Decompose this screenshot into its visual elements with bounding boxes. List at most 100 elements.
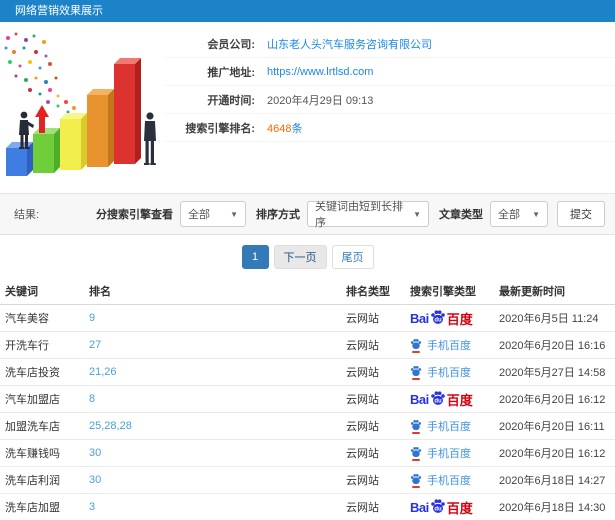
- rank-type-cell: 云网站: [346, 394, 379, 406]
- page-title: 网络营销效果展示: [15, 5, 103, 17]
- mobile-baidu-text: 手机百度: [427, 367, 471, 379]
- updated-cell: 2020年6月20日 16:16: [499, 340, 606, 352]
- mobile-baidu-underline: [412, 485, 420, 488]
- member-company-label: 会员公司:: [207, 38, 255, 51]
- keyword-cell: 洗车店投资: [5, 367, 60, 379]
- open-time-label: 开通时间:: [207, 94, 255, 107]
- table-row: 汽车美容 9 云网站 Bai du 百度 2020年6月5日 11:24: [0, 305, 615, 332]
- baidu-paw-icon: du: [430, 390, 446, 409]
- member-company-link[interactable]: 山东老人头汽车服务咨询有限公司: [267, 36, 432, 52]
- mobile-baidu-paw-icon: [410, 338, 422, 353]
- page-header: 网络营销效果展示: [0, 0, 615, 22]
- confetti-dots: [4, 32, 80, 118]
- keyword-cell: 洗车店加盟: [5, 502, 60, 514]
- bar-red: [114, 58, 141, 164]
- updated-cell: 2020年6月18日 14:30: [499, 502, 606, 514]
- rank-cell[interactable]: 21,26: [89, 366, 346, 378]
- baidu-logo: Bai du 百度: [410, 390, 473, 409]
- table-row: 洗车店投资 21,26 云网站 手机百度 2020年5月27日 14:58: [0, 359, 615, 386]
- svg-text:du: du: [434, 398, 442, 404]
- promo-url-row: 推广地址: https://www.lrtlsd.com: [165, 58, 615, 86]
- mobile-baidu-underline: [412, 458, 420, 461]
- article-type-label: 文章类型: [439, 209, 483, 221]
- filter-bar: 结果: 分搜索引擎查看 全部 ▼ 排序方式 关键词由短到长排序 ▼ 文章类型 全…: [0, 193, 615, 235]
- table-header-row: 关键词 排名 排名类型 搜索引擎类型 最新更新时间: [0, 278, 615, 305]
- open-time-row: 开通时间: 2020年4月29日 09:13: [165, 86, 615, 114]
- rank-cell[interactable]: 3: [89, 501, 346, 513]
- engine-cell: Bai du 百度: [410, 498, 499, 517]
- baidu-latin-text: Bai: [410, 310, 429, 326]
- engine-cell: 手机百度: [410, 337, 499, 353]
- next-page-button[interactable]: 下一页: [273, 244, 327, 269]
- baidu-cn-text: 百度: [446, 311, 473, 327]
- updated-cell: 2020年6月18日 14:27: [499, 475, 606, 487]
- keyword-cell: 加盟洗车店: [5, 421, 60, 433]
- col-rank-type: 排名类型: [346, 286, 390, 298]
- mobile-baidu-text: 手机百度: [427, 448, 471, 460]
- mobile-baidu-logo: 手机百度: [410, 337, 471, 353]
- promo-url-link[interactable]: https://www.lrtlsd.com: [267, 66, 373, 78]
- mobile-baidu-text: 手机百度: [427, 421, 471, 433]
- bar-green: [33, 128, 60, 173]
- member-company-row: 会员公司: 山东老人头汽车服务咨询有限公司: [165, 30, 615, 58]
- last-page-button[interactable]: 尾页: [331, 244, 374, 269]
- engine-cell: 手机百度: [410, 445, 499, 461]
- sort-filter-label: 排序方式: [256, 209, 300, 221]
- chevron-down-icon: ▼: [230, 209, 238, 219]
- results-table: 关键词 排名 排名类型 搜索引擎类型 最新更新时间 汽车美容 9 云网站 Bai du 百…: [0, 278, 615, 520]
- rank-type-cell: 云网站: [346, 313, 379, 325]
- engine-cell: 手机百度: [410, 472, 499, 488]
- page-1-button[interactable]: 1: [241, 244, 269, 269]
- baidu-logo: Bai du 百度: [410, 309, 473, 328]
- rank-cell[interactable]: 30: [89, 474, 346, 486]
- engine-cell: 手机百度: [410, 418, 499, 434]
- updated-cell: 2020年6月5日 11:24: [499, 313, 599, 325]
- rank-cell[interactable]: 9: [89, 312, 346, 324]
- mobile-baidu-logo: 手机百度: [410, 445, 471, 461]
- table-row: 加盟洗车店 25,28,28 云网站 手机百度 2020年6月20日 16:11: [0, 413, 615, 440]
- engine-filter-select[interactable]: 全部 ▼: [180, 201, 246, 227]
- keyword-cell: 洗车赚钱吗: [5, 448, 60, 460]
- engine-rank-label: 搜索引擎排名:: [185, 122, 255, 135]
- rank-type-cell: 云网站: [346, 448, 379, 460]
- col-rank: 排名: [89, 286, 111, 298]
- baidu-logo: Bai du 百度: [410, 498, 473, 517]
- company-info-section: 会员公司: 山东老人头汽车服务咨询有限公司 推广地址: https://www.…: [0, 22, 615, 193]
- updated-cell: 2020年6月20日 16:11: [499, 421, 605, 433]
- rank-cell[interactable]: 30: [89, 447, 346, 459]
- rank-type-cell: 云网站: [346, 340, 379, 352]
- mobile-baidu-underline: [412, 377, 420, 380]
- table-row: 开洗车行 27 云网站 手机百度 2020年6月20日 16:16: [0, 332, 615, 359]
- rank-cell[interactable]: 8: [89, 393, 346, 405]
- chevron-down-icon: ▼: [532, 209, 540, 219]
- rank-cell[interactable]: 27: [89, 339, 346, 351]
- promo-url-label: 推广地址:: [207, 66, 255, 79]
- updated-cell: 2020年6月20日 16:12: [499, 394, 606, 406]
- rank-type-cell: 云网站: [346, 502, 379, 514]
- keyword-cell: 汽车加盟店: [5, 394, 60, 406]
- mobile-baidu-underline: [412, 350, 420, 353]
- baidu-latin-text: Bai: [410, 499, 429, 515]
- baidu-paw-icon: du: [430, 498, 446, 517]
- chevron-down-icon: ▼: [413, 209, 421, 219]
- mobile-baidu-logo: 手机百度: [410, 418, 471, 434]
- table-row: 汽车加盟店 8 云网站 Bai du 百度 2020年6月20日 16:12: [0, 386, 615, 413]
- keyword-cell: 开洗车行: [5, 340, 49, 352]
- keyword-cell: 洗车店利润: [5, 475, 60, 487]
- engine-cell: 手机百度: [410, 364, 499, 380]
- col-updated: 最新更新时间: [499, 286, 565, 298]
- mobile-baidu-underline: [412, 431, 420, 434]
- growth-chart-illustration: [4, 32, 156, 176]
- mobile-baidu-paw-icon: [410, 365, 422, 380]
- submit-button[interactable]: 提交: [557, 201, 605, 227]
- engine-rank-unit: 条: [291, 122, 303, 135]
- article-type-value: 全部: [498, 209, 520, 221]
- open-time-value: 2020年4月29日 09:13: [267, 94, 374, 107]
- mobile-baidu-paw-icon: [410, 473, 422, 488]
- article-type-select[interactable]: 全部 ▼: [490, 201, 548, 227]
- baidu-cn-text: 百度: [446, 500, 473, 516]
- rank-cell[interactable]: 25,28,28: [89, 420, 346, 432]
- sort-filter-select[interactable]: 关键词由短到长排序 ▼: [307, 201, 429, 229]
- table-row: 洗车店利润 30 云网站 手机百度 2020年6月18日 14:27: [0, 467, 615, 494]
- engine-cell: Bai du 百度: [410, 390, 499, 409]
